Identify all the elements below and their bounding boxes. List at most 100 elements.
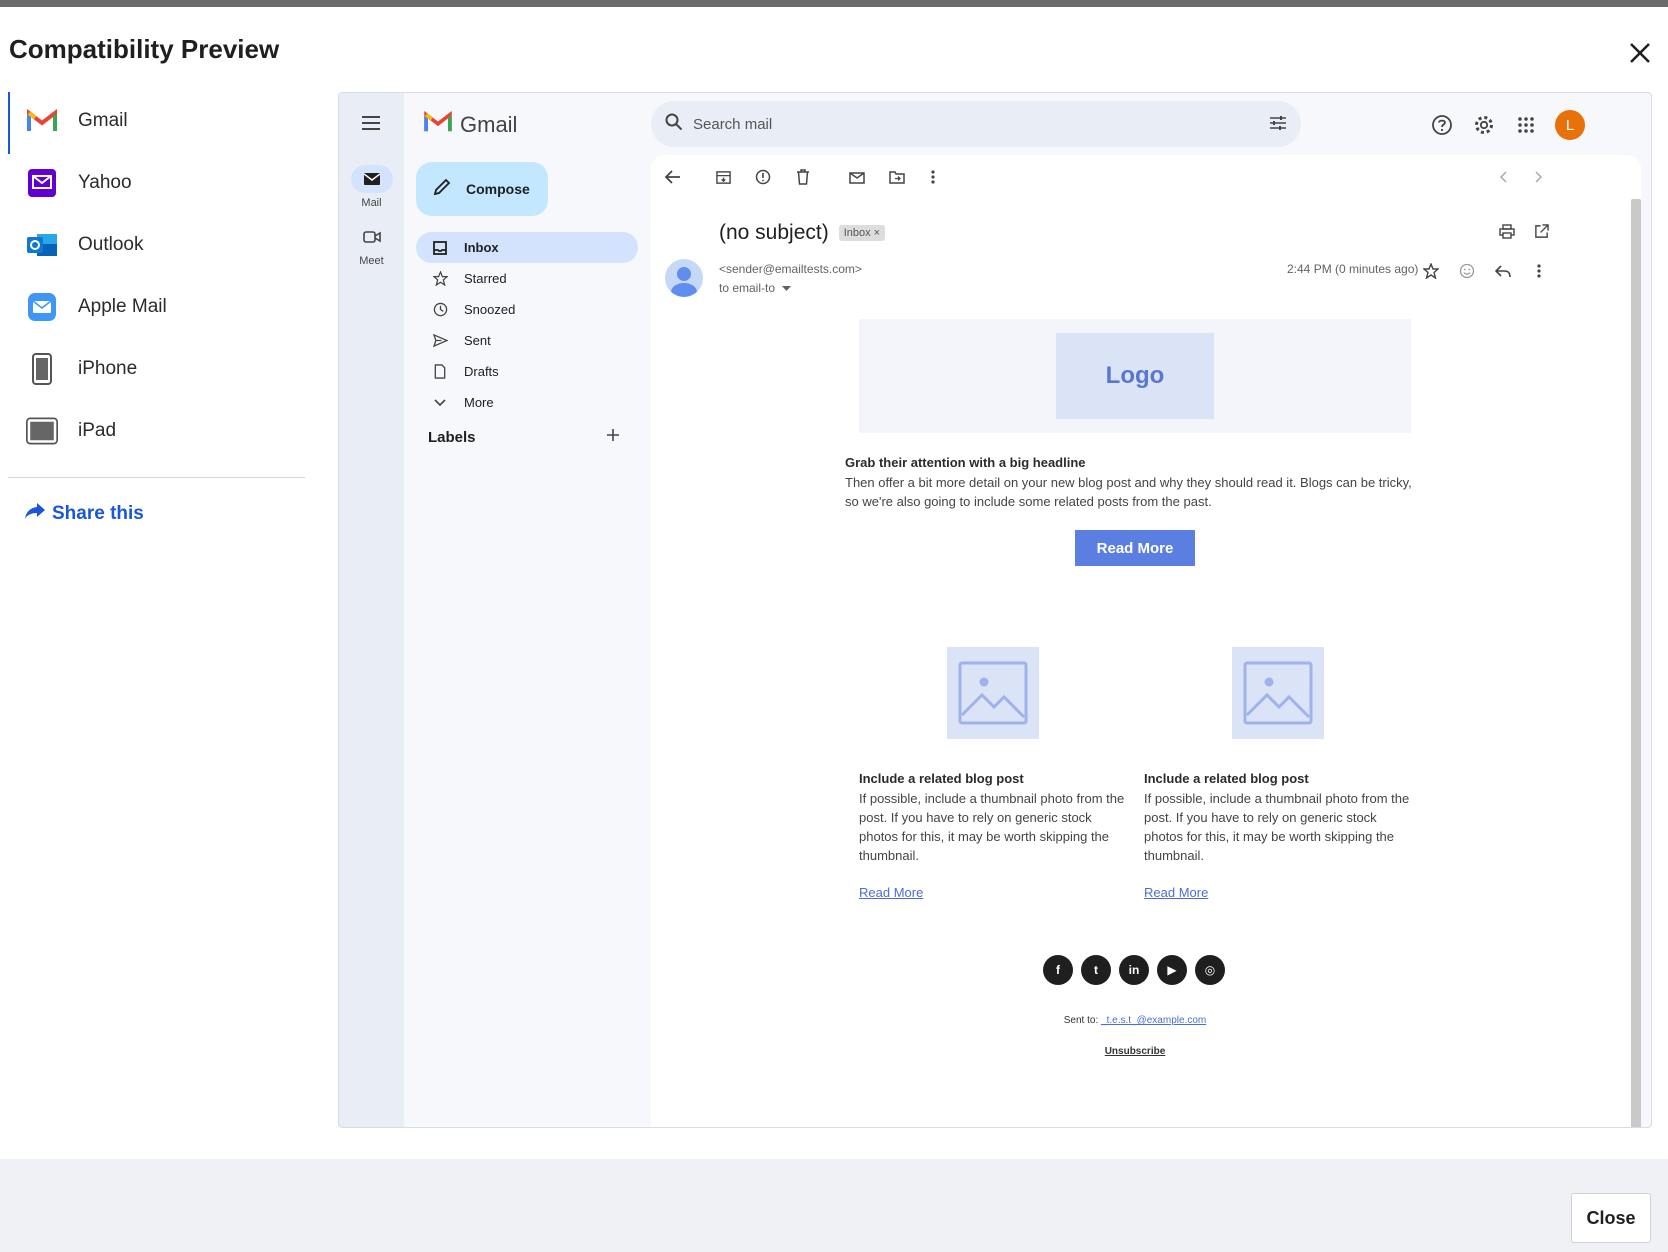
nav-label: Drafts (464, 364, 499, 379)
help-icon[interactable] (1429, 112, 1455, 138)
gmail-m-icon (424, 110, 452, 138)
blog-post-heading: Include a related blog post (1144, 771, 1309, 786)
client-label: Apple Mail (78, 296, 167, 317)
apps-grid-icon[interactable] (1513, 112, 1539, 138)
blog-post-text: If possible, include a thumbnail photo f… (1144, 791, 1410, 863)
gmail-nav-panel: Gmail Compose Inbox Starred Snoozed Sent… (404, 93, 650, 1127)
blog-post-read-more-link[interactable]: Read More (1144, 885, 1208, 900)
sender-avatar (665, 259, 703, 297)
iphone-icon (26, 353, 58, 385)
search-icon[interactable] (665, 113, 683, 136)
clock-icon (432, 302, 448, 318)
draft-icon (432, 364, 448, 380)
more-vert-icon[interactable] (923, 167, 943, 187)
facebook-icon[interactable]: f (1043, 955, 1073, 985)
open-new-window-icon[interactable] (1531, 221, 1551, 241)
reply-icon[interactable] (1493, 261, 1513, 281)
modal-title: Compatibility Preview (9, 34, 280, 64)
client-label: iPad (78, 420, 117, 441)
mark-unread-icon[interactable] (847, 167, 867, 187)
image-placeholder-icon (947, 647, 1039, 739)
pencil-icon (432, 177, 452, 202)
sender-address: <sender@emailtests.com> (719, 262, 862, 276)
apple-mail-icon (26, 291, 58, 323)
nav-item-more[interactable]: More (416, 387, 638, 418)
rail-label: Mail (361, 197, 382, 209)
meet-icon (351, 223, 393, 251)
star-icon[interactable] (1421, 261, 1441, 281)
nav-item-drafts[interactable]: Drafts (416, 356, 638, 387)
email-paragraph: Then offer a bit more detail on your new… (845, 475, 1412, 509)
unsubscribe-link[interactable]: Unsubscribe (841, 1046, 1429, 1057)
ipad-icon (26, 415, 58, 447)
blog-post-text: If possible, include a thumbnail photo f… (859, 791, 1125, 863)
scrollbar[interactable] (1631, 199, 1641, 1127)
message-more-icon[interactable] (1529, 261, 1549, 281)
emoji-icon[interactable] (1457, 261, 1477, 281)
compose-label: Compose (466, 181, 530, 197)
nav-item-inbox[interactable]: Inbox (416, 232, 638, 263)
send-icon (432, 333, 448, 349)
gmail-preview-frame: Mail Meet Gmail Compose Inbox Starred Sn… (338, 92, 1652, 1128)
chevron-left-icon[interactable] (1493, 167, 1513, 187)
back-arrow-icon[interactable] (663, 167, 683, 187)
message-time: 2:44 PM (0 minutes ago) (1287, 262, 1419, 276)
client-label: iPhone (78, 358, 138, 379)
close-button[interactable]: Close (1571, 1193, 1651, 1243)
social-links: f t in ▶ ◎ (1043, 955, 1233, 985)
image-placeholder-icon (1232, 647, 1324, 739)
search-options-icon[interactable] (1269, 115, 1287, 136)
nav-item-sent[interactable]: Sent (416, 325, 638, 356)
inbox-label-chip[interactable]: Inbox × (838, 225, 886, 241)
search-bar (651, 101, 1301, 147)
recipient-line[interactable]: to email-to (719, 281, 792, 295)
move-to-icon[interactable] (887, 167, 907, 187)
client-item-iphone[interactable]: iPhone (0, 338, 310, 400)
twitter-icon[interactable]: t (1081, 955, 1111, 985)
sent-to-label: Sent to: (1063, 1015, 1099, 1026)
client-item-outlook[interactable]: Outlook (0, 214, 310, 276)
sent-to-email-link[interactable]: _t.e.s.t_@example.com (1101, 1015, 1206, 1026)
client-label: Yahoo (78, 172, 132, 193)
client-item-gmail[interactable]: Gmail (0, 90, 310, 154)
plus-icon[interactable] (606, 428, 620, 447)
share-this-link[interactable]: Share this (24, 502, 144, 525)
rail-item-meet[interactable]: Meet (339, 223, 404, 267)
chevron-right-icon[interactable] (1529, 167, 1549, 187)
client-item-ipad[interactable]: iPad (0, 400, 310, 462)
trash-icon[interactable] (793, 167, 813, 187)
gmail-logo[interactable]: Gmail (424, 110, 517, 138)
archive-icon[interactable] (713, 167, 733, 187)
close-icon[interactable] (1624, 37, 1656, 69)
recipient-text: to email-to (719, 281, 776, 295)
hamburger-menu-icon[interactable] (361, 115, 381, 136)
client-item-apple-mail[interactable]: Apple Mail (0, 276, 310, 338)
search-input[interactable] (693, 115, 1253, 133)
gear-icon[interactable] (1471, 112, 1497, 138)
logo-placeholder: Logo (1056, 333, 1214, 419)
instagram-icon[interactable]: ◎ (1195, 955, 1225, 985)
report-spam-icon[interactable] (753, 167, 773, 187)
nav-label: Snoozed (464, 302, 516, 317)
rail-item-mail[interactable]: Mail (339, 165, 404, 209)
email-headline: Grab their attention with a big headline (845, 455, 1086, 470)
nav-item-snoozed[interactable]: Snoozed (416, 294, 638, 325)
youtube-icon[interactable]: ▶ (1157, 955, 1187, 985)
print-icon[interactable] (1497, 221, 1517, 241)
read-more-button[interactable]: Read More (1075, 530, 1195, 566)
share-arrow-icon (24, 502, 46, 525)
nav-item-starred[interactable]: Starred (416, 263, 638, 294)
blog-post-read-more-link[interactable]: Read More (859, 885, 923, 900)
gmail-header-actions: L (1429, 110, 1585, 140)
blog-post-heading: Include a related blog post (859, 771, 1024, 786)
star-icon (432, 271, 448, 287)
message-subject-row: (no subject) Inbox × (719, 221, 886, 245)
linkedin-icon[interactable]: in (1119, 955, 1149, 985)
compose-button[interactable]: Compose (416, 162, 548, 216)
client-item-yahoo[interactable]: Yahoo (0, 152, 310, 214)
sent-to-line: Sent to: _t.e.s.t_@example.com (841, 1015, 1429, 1026)
rail-label: Meet (359, 255, 384, 267)
gmail-icon (26, 105, 58, 137)
nav-label: More (464, 395, 494, 410)
account-avatar[interactable]: L (1555, 110, 1585, 140)
